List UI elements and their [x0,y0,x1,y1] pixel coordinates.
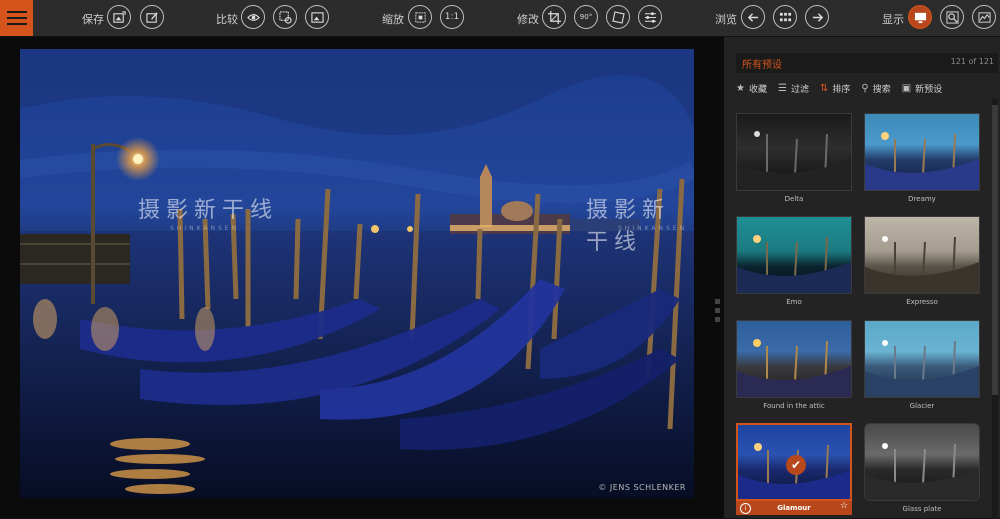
display-label: 显示 [882,13,904,26]
presets-panel: 所有预设 121 of 121 ★ 收藏 ☰ 过滤 ⇅ 排序 ⚲ 搜索 ▣ 新预设 Del… [722,37,1000,519]
sort-icon: ⇅ [819,82,829,94]
list-icon: ☰ [777,82,787,94]
preset-emo[interactable]: Emo [736,216,852,306]
favorite-star-icon[interactable]: ☆ [840,501,848,511]
adjust-sliders-icon[interactable] [638,5,662,29]
watermark-sub-right: SHINKANSEN [618,225,688,232]
presets-scrollbar[interactable] [992,99,998,519]
rotate-90-icon[interactable]: 90° [574,5,598,29]
zoom-100-button[interactable]: 1:1 [440,5,464,29]
preset-thumbnail [736,216,852,294]
zoom-label: 缩放 [382,13,404,26]
loupe-icon[interactable] [940,5,964,29]
preset-label: Glamour [777,504,811,512]
search-label: 搜索 [872,84,891,95]
preset-thumbnail [864,216,980,294]
preset-label: Found in the attic [763,402,825,410]
preset-thumbnail [864,423,980,501]
filter-button[interactable]: ☰ 过滤 [778,82,809,95]
compare-label: 比较 [216,13,238,26]
search-icon: ⚲ [861,82,869,94]
preset-label: Glacier [909,402,935,410]
preset-thumbnail [864,320,980,398]
preset-filters: ★ 收藏 ☰ 过滤 ⇅ 排序 ⚲ 搜索 ▣ 新预设 [736,81,998,95]
info-icon[interactable]: i [740,503,751,514]
watermark-left: 摄影新干线 [138,198,279,223]
presets-count: 121 of 121 [950,57,994,66]
save-label: 保存 [82,13,104,26]
preset-thumbnail [736,320,852,398]
presets-title[interactable]: 所有预设 [742,56,782,71]
edit-label: 修改 [517,13,539,26]
venice-gondolas-photo [20,49,694,498]
crop-icon[interactable] [542,5,566,29]
copyright-text: © JENS SCHLENKER [598,483,686,492]
star-icon: ★ [736,82,745,94]
preset-label: Emo [786,298,802,306]
grid-icon[interactable] [773,5,797,29]
save-edit-icon[interactable] [140,5,164,29]
new-preset-icon: ▣ [901,82,912,94]
save-image-icon[interactable] [107,5,131,29]
preset-thumbnail: ✔ [736,423,852,501]
preset-thumbnail [736,113,852,191]
watermark-sub-left: SHINKANSEN [170,225,240,232]
preset-label: Dreamy [908,195,936,203]
filter-label: 过滤 [790,84,809,95]
preset-label-bar: i Glamour ☆ [736,501,852,515]
next-arrow-icon[interactable] [805,5,829,29]
selected-check-icon: ✔ [786,455,806,475]
preset-label: Glass plate [902,505,942,513]
eye-icon[interactable] [241,5,265,29]
panel-resize-handle[interactable] [715,299,720,326]
preset-label: Expresso [906,298,938,306]
compare-original-icon[interactable] [273,5,297,29]
favorites-button[interactable]: ★ 收藏 [736,82,767,95]
menu-button[interactable] [0,0,33,36]
sort-label: 排序 [832,84,851,95]
image-canvas[interactable]: 摄影新干线 SHINKANSEN 摄影新干线 SHINKANSEN © JENS… [0,37,722,518]
preset-thumbnail [864,113,980,191]
preset-dreamy[interactable]: Dreamy [864,113,980,203]
preset-delta[interactable]: Delta [736,113,852,203]
new-preset-label: 新预设 [915,84,943,95]
preset-glacier[interactable]: Glacier [864,320,980,410]
histogram-icon[interactable] [972,5,996,29]
preset-glass-plate[interactable]: Glass plate [864,423,980,513]
presets-header: 所有预设 121 of 121 [736,53,998,73]
browse-label: 浏览 [715,13,737,26]
favorites-label: 收藏 [748,84,767,95]
main-photo: 摄影新干线 SHINKANSEN 摄影新干线 SHINKANSEN © JENS… [20,49,694,498]
preset-label: Delta [784,195,804,203]
new-preset-button[interactable]: ▣ 新预设 [902,82,942,95]
scrollbar-thumb[interactable] [992,105,998,395]
watermark-right: 摄影新干线 [586,198,671,255]
top-toolbar: 保存 比较 缩放 1:1 修改 90° 浏览 显示 [0,0,1000,37]
monitor-icon[interactable] [908,5,932,29]
previous-arrow-icon[interactable] [741,5,765,29]
sort-button[interactable]: ⇅ 排序 [820,82,850,95]
preset-found-in-the-attic[interactable]: Found in the attic [736,320,852,410]
straighten-icon[interactable] [606,5,630,29]
preset-expresso[interactable]: Expresso [864,216,980,306]
fit-screen-icon[interactable] [408,5,432,29]
search-button[interactable]: ⚲ 搜索 [861,82,890,95]
split-view-icon[interactable] [305,5,329,29]
rotate-label: 90° [579,13,593,21]
zoom-level: 1:1 [444,12,460,22]
preset-glamour[interactable]: ✔ i Glamour ☆ [736,423,852,515]
